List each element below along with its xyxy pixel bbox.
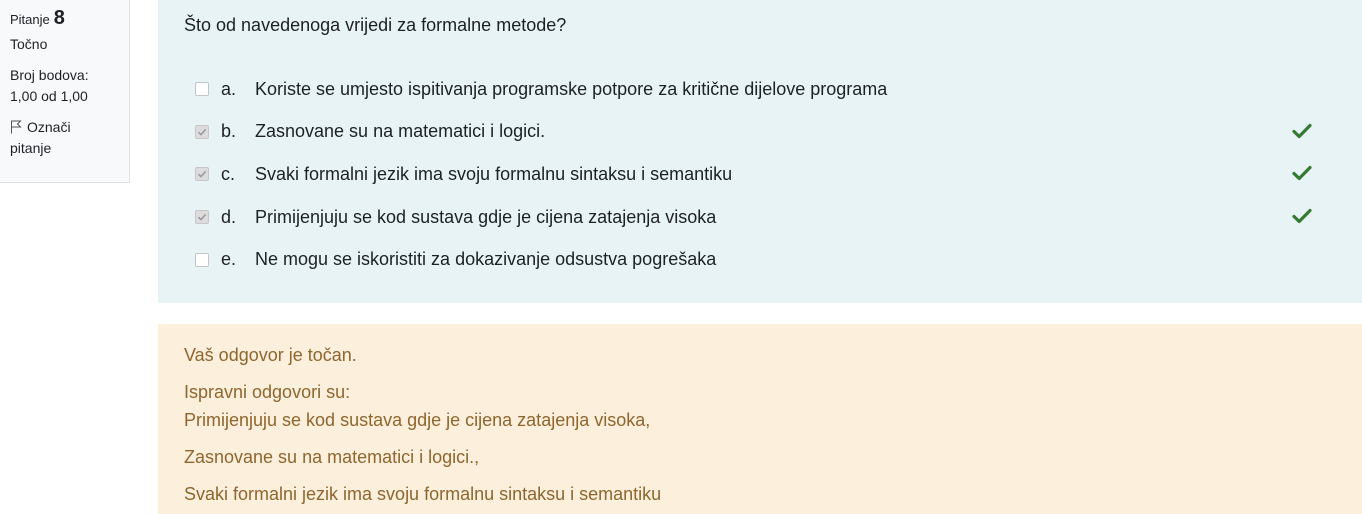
answer-letter: a. [221, 78, 237, 99]
question-state: Točno [10, 36, 48, 52]
answer-checkbox-d[interactable] [195, 210, 209, 225]
grade-value: 1,00 od 1,00 [10, 88, 88, 104]
answer-letter: e. [221, 249, 237, 270]
correct-tick-icon [1292, 166, 1312, 181]
checkmark-icon [197, 128, 207, 136]
answer-checkbox-a[interactable] [195, 82, 209, 97]
right-answer-item: Zasnovane su na matematici i logici., [184, 447, 480, 467]
answer-option-a: a. Koriste se umjesto ispitivanja progra… [184, 68, 1336, 111]
right-answer-item: Primijenjuju se kod sustava gdje je cije… [184, 410, 651, 430]
answer-text: Koriste se umjesto ispitivanja programsk… [255, 78, 888, 99]
question-formulation: Što od navedenoga vrijedi za formalne me… [158, 0, 1362, 303]
question-number: Pitanje 8 [10, 6, 119, 30]
checkmark-icon [197, 171, 207, 179]
general-feedback: Vaš odgovor je točan. [184, 345, 357, 365]
flag-label: Označi [27, 119, 71, 135]
answer-checkbox-c[interactable] [195, 167, 209, 182]
correct-tick-icon [1292, 123, 1312, 138]
quiz-review-page: Pitanje 8 Točno Broj bodova: 1,00 od 1,0… [0, 0, 1362, 514]
answer-text: Zasnovane su na matematici i logici. [255, 121, 546, 142]
flag-label-line2: pitanje [10, 140, 52, 156]
correct-tick-icon [1292, 208, 1312, 223]
answer-text: Primijenjuju se kod sustava gdje je cije… [255, 206, 717, 227]
answer-text: Ne mogu se iskoristiti za dokazivanje od… [255, 249, 717, 270]
right-answers-label: Ispravni odgovori su: [184, 382, 351, 402]
question-info-panel: Pitanje 8 Točno Broj bodova: 1,00 od 1,0… [0, 0, 130, 183]
answer-option-d: d. Primijenjuju se kod sustava gdje je c… [184, 196, 1336, 239]
flag-question-link[interactable]: Označi pitanje [10, 117, 119, 159]
checkmark-icon [197, 213, 207, 221]
flag-icon [11, 120, 22, 134]
question-number-value: 8 [53, 7, 65, 29]
feedback-box: Vaš odgovor je točan. Ispravni odgovori … [158, 324, 1362, 514]
answer-option-c: c. Svaki formalni jezik ima svoju formal… [184, 153, 1336, 196]
answer-option-b: b. Zasnovane su na matematici i logici. [184, 111, 1336, 154]
answer-list: a. Koriste se umjesto ispitivanja progra… [184, 68, 1336, 281]
grade-label: Broj bodova: [10, 67, 89, 83]
question-number-label: Pitanje [10, 12, 50, 27]
right-answer-item: Svaki formalni jezik ima svoju formalnu … [184, 484, 662, 504]
question-text: Što od navedenoga vrijedi za formalne me… [184, 15, 567, 35]
answer-letter: d. [221, 206, 237, 227]
answer-option-e: e. Ne mogu se iskoristiti za dokazivanje… [184, 238, 1336, 281]
answer-letter: b. [221, 121, 237, 142]
answer-checkbox-b[interactable] [195, 124, 209, 139]
answer-letter: c. [221, 163, 236, 184]
answer-text: Svaki formalni jezik ima svoju formalnu … [255, 163, 733, 184]
answer-checkbox-e[interactable] [195, 252, 209, 267]
question-grade: Broj bodova: 1,00 od 1,00 [10, 65, 119, 107]
